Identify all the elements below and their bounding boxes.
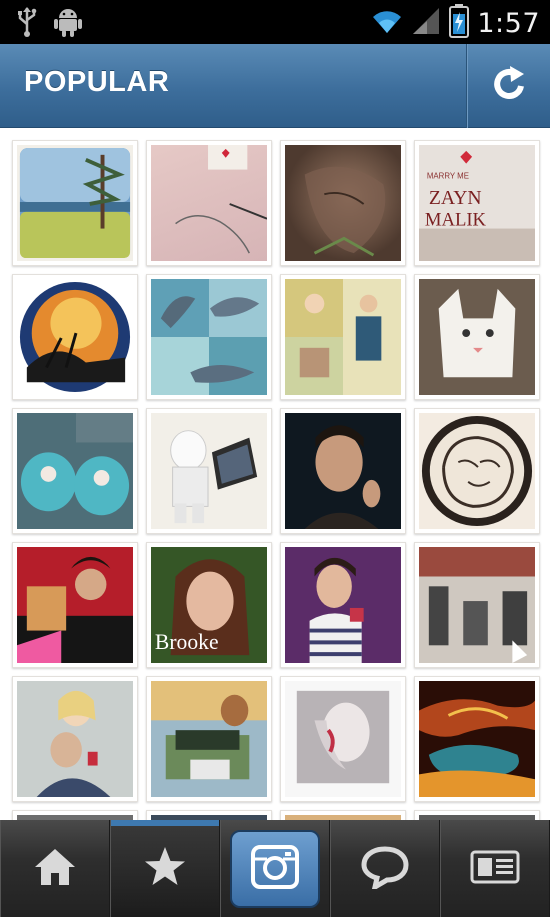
- photo-thumbnail: [17, 279, 133, 395]
- battery-icon: [449, 4, 470, 42]
- photo-tile[interactable]: [280, 676, 406, 802]
- photo-thumbnail: [419, 279, 535, 395]
- photo-tile[interactable]: [280, 140, 406, 266]
- page-title: POPULAR: [24, 66, 170, 98]
- photo-tile[interactable]: [12, 140, 138, 266]
- photo-thumbnail: [151, 279, 267, 395]
- photo-tile[interactable]: [12, 542, 138, 668]
- photo-tile[interactable]: [280, 810, 406, 820]
- photo-thumbnail: [285, 279, 401, 395]
- signal-icon: [411, 6, 441, 40]
- photo-thumbnail: [285, 547, 401, 663]
- photo-tile[interactable]: [414, 408, 540, 534]
- photo-tile[interactable]: [280, 408, 406, 534]
- tab-home[interactable]: [0, 820, 110, 917]
- photo-tile[interactable]: [12, 810, 138, 820]
- photo-caption-brooke: Brooke: [155, 630, 219, 654]
- photo-tile[interactable]: [280, 542, 406, 668]
- photo-tile[interactable]: [280, 274, 406, 400]
- photo-tile[interactable]: [414, 810, 540, 820]
- bottom-tab-bar: [0, 820, 550, 917]
- popular-photo-grid: MARRY ME ZAYN MALIK Brooke: [0, 128, 550, 820]
- photo-thumbnail: [419, 681, 535, 797]
- star-icon: [143, 845, 187, 893]
- android-debug-icon: [54, 6, 82, 42]
- home-icon: [33, 847, 77, 891]
- tab-news[interactable]: [330, 820, 440, 917]
- photo-thumbnail: [419, 413, 535, 529]
- photo-tile[interactable]: [146, 676, 272, 802]
- speech-bubble-icon: [361, 845, 409, 893]
- profile-card-icon: [470, 850, 520, 888]
- tab-popular[interactable]: [110, 820, 220, 917]
- photo-tile[interactable]: [146, 140, 272, 266]
- clock-time: 1:57: [477, 7, 540, 39]
- photo-thumbnail: MARRY ME ZAYN MALIK: [419, 145, 535, 261]
- photo-tile[interactable]: [414, 274, 540, 400]
- camera-icon: [251, 843, 299, 895]
- photo-tile[interactable]: [146, 810, 272, 820]
- photo-tile[interactable]: [414, 676, 540, 802]
- photo-tile[interactable]: MARRY ME ZAYN MALIK: [414, 140, 540, 266]
- photo-tile[interactable]: [146, 274, 272, 400]
- photo-thumbnail: Brooke: [151, 547, 267, 663]
- status-bar: 1:57: [0, 0, 550, 44]
- refresh-button[interactable]: [469, 44, 550, 128]
- svg-text:ZAYN: ZAYN: [429, 187, 482, 209]
- usb-icon: [16, 6, 38, 42]
- tab-camera[interactable]: [220, 820, 330, 917]
- svg-text:MARRY ME: MARRY ME: [427, 171, 469, 180]
- photo-tile[interactable]: [12, 676, 138, 802]
- photo-tile[interactable]: [12, 408, 138, 534]
- photo-tile[interactable]: [146, 408, 272, 534]
- svg-text:MALIK: MALIK: [425, 210, 487, 231]
- photo-thumbnail: [151, 413, 267, 529]
- refresh-icon: [490, 64, 530, 108]
- photo-thumbnail: [17, 681, 133, 797]
- photo-thumbnail: [17, 145, 133, 261]
- photo-thumbnail: [419, 547, 535, 663]
- photo-thumbnail: [151, 145, 268, 261]
- photo-tile[interactable]: [12, 274, 138, 400]
- header-divider: [466, 44, 468, 128]
- photo-thumbnail: [151, 681, 267, 797]
- tab-profile[interactable]: [440, 820, 550, 917]
- photo-thumbnail: [17, 547, 133, 663]
- photo-thumbnail: [285, 413, 401, 529]
- camera-button: [230, 829, 320, 908]
- photo-thumbnail: [17, 413, 133, 529]
- wifi-icon: [371, 7, 403, 39]
- app-header: POPULAR: [0, 44, 550, 128]
- photo-tile[interactable]: [414, 542, 540, 668]
- photo-thumbnail: [285, 145, 401, 261]
- photo-tile[interactable]: Brooke: [146, 542, 272, 668]
- photo-thumbnail: [285, 681, 401, 797]
